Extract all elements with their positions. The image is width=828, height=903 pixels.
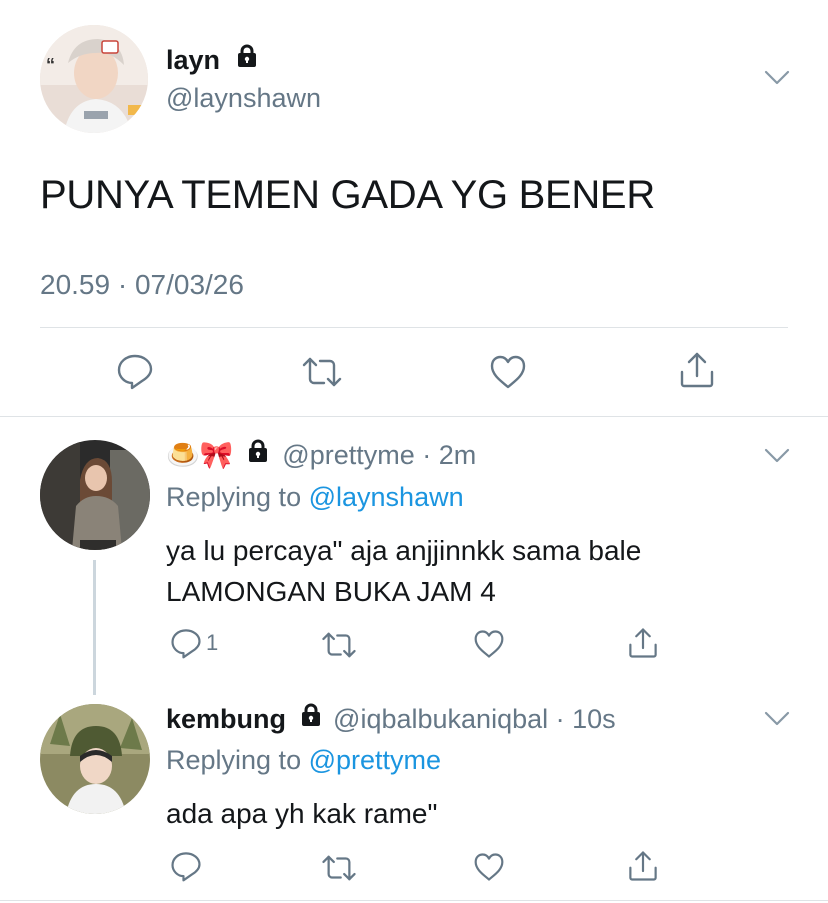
like-icon <box>490 355 526 389</box>
share-icon <box>629 851 657 881</box>
reply-button[interactable] <box>116 352 154 390</box>
bottom-divider <box>0 900 828 901</box>
avatar-iqbalbukaniqbal[interactable] <box>40 704 150 814</box>
share-button[interactable] <box>627 849 659 883</box>
lock-icon <box>234 43 260 76</box>
lock-icon <box>245 438 271 472</box>
avatar-prettyme[interactable] <box>40 440 150 550</box>
share-button[interactable] <box>627 626 659 660</box>
reply-count: 1 <box>206 630 219 655</box>
chevron-down-icon[interactable] <box>764 70 790 86</box>
like-icon <box>474 853 504 881</box>
svg-text:“: “ <box>46 55 55 75</box>
reply-icon <box>171 629 201 659</box>
display-name[interactable]: 🍮🎀 <box>166 440 233 471</box>
share-button[interactable] <box>678 350 716 390</box>
retweet-icon <box>322 855 356 881</box>
like-button[interactable] <box>473 852 505 882</box>
replying-to-link[interactable]: @laynshawn <box>309 482 464 512</box>
retweet-icon <box>302 357 342 387</box>
section-divider <box>0 416 828 417</box>
lock-icon <box>298 702 324 736</box>
replying-to-link[interactable]: @prettyme <box>309 745 441 775</box>
reply-icon <box>171 852 201 882</box>
handle[interactable]: @prettyme <box>282 440 414 470</box>
display-name[interactable]: layn <box>166 45 220 75</box>
handle[interactable]: @iqbalbukaniqbal <box>333 704 548 734</box>
reply-text-line: ya lu percaya" aja anjjinnkk sama bale <box>166 535 642 566</box>
reply-button[interactable]: 1 <box>170 627 218 659</box>
reply-text-line: ada apa yh kak rame" <box>166 798 438 829</box>
share-icon <box>680 352 714 388</box>
timestamp[interactable]: 20.59 · 07/03/26 <box>40 268 244 302</box>
share-icon <box>629 628 657 658</box>
like-icon <box>474 630 504 658</box>
retweet-icon <box>322 632 356 658</box>
time: · 2m <box>422 440 477 470</box>
like-button[interactable] <box>489 354 527 390</box>
reply-icon <box>117 354 153 390</box>
display-name[interactable]: kembung <box>166 704 286 734</box>
thread-line <box>93 560 96 695</box>
reply-text-line: LAMONGAN BUKA JAM 4 <box>166 576 496 607</box>
handle[interactable]: @laynshawn <box>166 82 321 114</box>
time: · 10s <box>555 704 616 734</box>
reply-button[interactable] <box>170 850 202 882</box>
replying-label: Replying to <box>166 745 302 775</box>
divider <box>40 327 788 328</box>
replying-label: Replying to <box>166 482 302 512</box>
chevron-down-icon[interactable] <box>764 448 790 464</box>
tweet-text: PUNYA TEMEN GADA YG BENER <box>40 173 655 217</box>
chevron-down-icon[interactable] <box>764 711 790 727</box>
like-button[interactable] <box>473 629 505 659</box>
retweet-button[interactable] <box>320 853 358 883</box>
retweet-button[interactable] <box>300 355 344 389</box>
retweet-button[interactable] <box>320 630 358 660</box>
avatar-laynshawn[interactable]: “ <box>40 25 148 133</box>
